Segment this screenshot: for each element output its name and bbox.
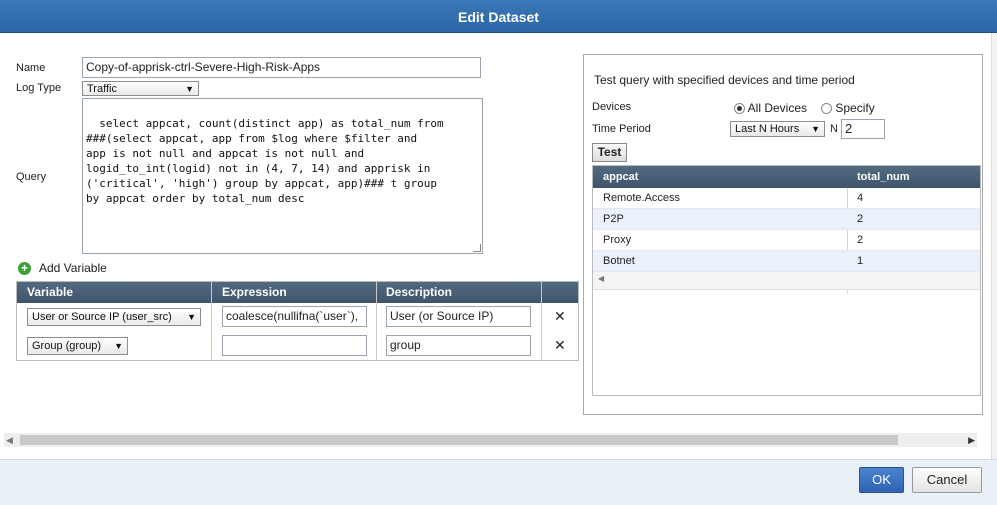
n-label: N — [830, 123, 838, 135]
cell-total-num: 2 — [857, 234, 864, 246]
log-type-value: Traffic — [87, 83, 117, 95]
column-header-expression: Expression — [222, 285, 287, 299]
chevron-down-icon: ▼ — [811, 124, 820, 134]
specify-radio[interactable]: Specify — [821, 101, 875, 115]
expression-input[interactable]: coalesce(nullifna(`user`), — [222, 306, 367, 327]
variable-select-value: Group (group) — [32, 340, 102, 352]
column-header-description: Description — [386, 285, 453, 299]
devices-label: Devices — [592, 101, 632, 113]
query-label: Query — [16, 171, 46, 183]
test-button[interactable]: Test — [592, 143, 627, 162]
table-row[interactable]: P2P 2 — [593, 209, 980, 230]
table-row[interactable]: Remote.Access 4 — [593, 188, 980, 209]
plus-circle-icon: + — [18, 261, 31, 275]
description-input[interactable]: User (or Source IP) — [386, 306, 531, 327]
cell-total-num: 1 — [857, 255, 864, 267]
all-devices-label: All Devices — [747, 101, 808, 115]
column-divider — [376, 282, 377, 360]
column-header-appcat: appcat — [603, 171, 639, 183]
vertical-scrollbar[interactable] — [991, 33, 997, 459]
variables-table: Variable Expression Description User or … — [16, 281, 579, 361]
radio-selected-icon — [734, 103, 745, 115]
dialog-footer — [0, 459, 997, 505]
chevron-down-icon: ▼ — [114, 341, 123, 351]
chevron-down-icon: ▼ — [187, 312, 196, 322]
time-period-label: Time Period — [592, 123, 651, 135]
cell-appcat: Botnet — [603, 255, 635, 267]
close-icon[interactable]: ✕ — [554, 308, 566, 325]
resize-handle-icon[interactable] — [473, 244, 481, 252]
dialog-title: Edit Dataset — [458, 9, 539, 25]
cancel-button[interactable]: Cancel — [912, 467, 982, 493]
arrow-right-icon[interactable]: ▶ — [968, 433, 975, 447]
chevron-down-icon: ▼ — [185, 84, 194, 94]
description-input[interactable]: group — [386, 335, 531, 356]
arrow-left-icon[interactable]: ◀ — [6, 433, 13, 447]
close-icon[interactable]: ✕ — [554, 337, 566, 354]
time-period-select[interactable]: Last N Hours ▼ — [730, 121, 825, 137]
results-table: appcat total_num Remote.Access 4 P2P 2 P… — [592, 165, 981, 396]
column-divider — [541, 282, 542, 360]
results-table-header: appcat total_num — [593, 166, 980, 188]
column-divider — [211, 282, 212, 360]
column-header-total-num: total_num — [857, 171, 910, 183]
variable-select-value: User or Source IP (user_src) — [32, 311, 172, 323]
query-textarea[interactable]: select appcat, count(distinct app) as to… — [82, 98, 483, 254]
log-type-label: Log Type — [16, 82, 62, 94]
test-query-panel: Test query with specified devices and ti… — [583, 54, 983, 415]
horizontal-scrollbar[interactable]: ◀ ▶ — [4, 433, 977, 447]
log-type-select[interactable]: Traffic ▼ — [82, 81, 199, 96]
test-panel-heading: Test query with specified devices and ti… — [594, 73, 855, 87]
radio-unselected-icon — [821, 103, 832, 115]
query-text: select appcat, count(distinct app) as to… — [86, 117, 444, 205]
add-variable-label: Add Variable — [39, 261, 107, 275]
ok-button[interactable]: OK — [859, 467, 904, 493]
cell-total-num: 2 — [857, 213, 864, 225]
dialog-title-bar: Edit Dataset — [0, 0, 997, 33]
column-header-variable: Variable — [27, 285, 74, 299]
variable-select[interactable]: User or Source IP (user_src) ▼ — [27, 308, 201, 326]
cell-appcat: Proxy — [603, 234, 632, 246]
time-period-value: Last N Hours — [735, 123, 800, 135]
arrow-left-icon[interactable]: ◀ — [598, 274, 604, 283]
name-input[interactable]: Copy-of-apprisk-ctrl-Severe-High-Risk-Ap… — [82, 57, 481, 78]
all-devices-radio[interactable]: All Devices — [734, 101, 807, 115]
name-label: Name — [16, 62, 46, 74]
n-input[interactable]: 2 — [841, 119, 885, 139]
specify-label: Specify — [835, 101, 875, 115]
results-scrollbar[interactable]: ◀ — [593, 272, 980, 290]
add-variable-button[interactable]: + Add Variable — [18, 261, 107, 275]
variables-table-header: Variable Expression Description — [17, 282, 578, 303]
cell-total-num: 4 — [857, 192, 864, 204]
table-row[interactable]: Botnet 1 — [593, 251, 980, 272]
scrollbar-thumb[interactable] — [20, 435, 898, 445]
cell-appcat: P2P — [603, 213, 624, 225]
expression-input[interactable] — [222, 335, 367, 356]
cell-appcat: Remote.Access — [603, 192, 681, 204]
table-row[interactable]: Proxy 2 — [593, 230, 980, 251]
variable-select[interactable]: Group (group) ▼ — [27, 337, 128, 355]
